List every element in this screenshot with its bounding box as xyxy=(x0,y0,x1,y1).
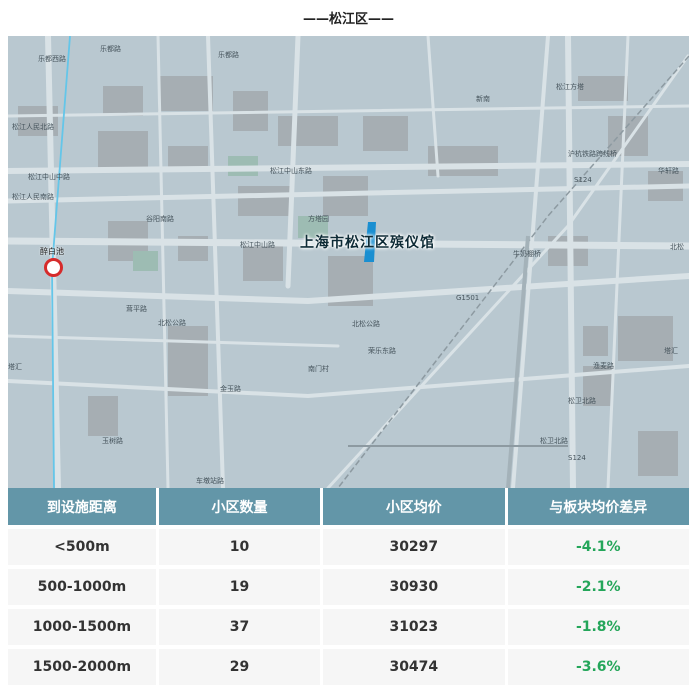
map-label: 松江人民北路 xyxy=(12,123,54,131)
table-row: 500-1000m 19 30930 -2.1% xyxy=(8,565,689,607)
table-row: 1500-2000m 29 30474 -3.6% xyxy=(8,645,689,685)
column-header-distance: 到设施距离 xyxy=(8,488,159,527)
cell-price: 30930 xyxy=(321,565,508,607)
map-label: 松江中山中路 xyxy=(28,173,70,181)
map-label: 松江方塔 xyxy=(556,83,584,91)
cell-diff: -1.8% xyxy=(506,605,689,647)
map-label: S124 xyxy=(568,454,586,462)
map-label: 荣乐东路 xyxy=(368,347,396,355)
map-label: 南门村 xyxy=(308,365,329,373)
map-view[interactable]: 乐都路 乐都西路 乐都路 松江人民北路 松江中山中路 松江人民南路 松江中山东路… xyxy=(8,36,689,488)
map-label: 茸平路 xyxy=(126,305,147,313)
map-label: 玉树路 xyxy=(102,437,123,445)
cell-price: 30297 xyxy=(321,525,508,567)
map-label: 新南 xyxy=(476,95,490,103)
cell-diff: -4.1% xyxy=(506,525,689,567)
map-label: 金玉路 xyxy=(220,385,241,393)
map-label: 松江人民南路 xyxy=(12,193,54,201)
cell-distance: <500m xyxy=(8,525,159,567)
map-label: 渔麦路 xyxy=(593,362,614,370)
price-distance-table: 到设施距离 小区数量 小区均价 与板块均价差异 <500m 10 30297 -… xyxy=(8,488,689,685)
map-label: 北松 xyxy=(670,243,684,251)
map-label: 北松公路 xyxy=(158,319,186,327)
map-label: 塔汇 xyxy=(8,363,22,371)
cell-price: 30474 xyxy=(321,645,508,685)
cell-diff: -2.1% xyxy=(506,565,689,607)
map-label: 谷阳南路 xyxy=(146,215,174,223)
map-label: G1501 xyxy=(456,294,480,302)
cell-count: 37 xyxy=(157,605,324,647)
cell-count: 29 xyxy=(157,645,324,685)
station-label: 醉白池 xyxy=(40,247,64,256)
cell-distance: 1500-2000m xyxy=(8,645,159,685)
map-label: 塔汇 xyxy=(664,347,678,355)
map-label: 方塔园 xyxy=(308,215,329,223)
cell-diff: -3.6% xyxy=(506,645,689,685)
cell-price: 31023 xyxy=(321,605,508,647)
column-header-diff: 与板块均价差异 xyxy=(506,488,689,527)
map-label: 北松公路 xyxy=(352,320,380,328)
page-title: ——松江区—— xyxy=(302,11,394,27)
cell-count: 10 xyxy=(157,525,324,567)
map-label: 沪杭铁路跨线桥 xyxy=(568,150,617,158)
map-label: 乐都路 xyxy=(218,51,239,59)
map-label: S124 xyxy=(574,176,592,184)
map-label: 车墩站路 xyxy=(196,477,224,485)
column-header-count: 小区数量 xyxy=(157,488,324,527)
table-row: 1000-1500m 37 31023 -1.8% xyxy=(8,605,689,647)
map-label: 松卫北路 xyxy=(540,437,568,445)
map-label: 华轩路 xyxy=(658,167,679,175)
map-label: 松江中山路 xyxy=(240,241,275,249)
cell-count: 19 xyxy=(157,565,324,607)
metro-station-marker[interactable] xyxy=(44,258,63,277)
map-label: 松江中山东路 xyxy=(270,167,312,175)
cell-distance: 500-1000m xyxy=(8,565,159,607)
table-header-row: 到设施距离 小区数量 小区均价 与板块均价差异 xyxy=(8,488,689,527)
map-label: 乐都西路 xyxy=(38,55,66,63)
map-label: 牛奶棚桥 xyxy=(513,250,541,258)
map-label: 松卫北路 xyxy=(568,397,596,405)
table-row: <500m 10 30297 -4.1% xyxy=(8,525,689,567)
cell-distance: 1000-1500m xyxy=(8,605,159,647)
map-label: 乐都路 xyxy=(100,45,121,53)
poi-label[interactable]: 上海市松江区殡仪馆 xyxy=(300,232,435,252)
map-canvas xyxy=(8,36,689,488)
column-header-price: 小区均价 xyxy=(321,488,508,527)
